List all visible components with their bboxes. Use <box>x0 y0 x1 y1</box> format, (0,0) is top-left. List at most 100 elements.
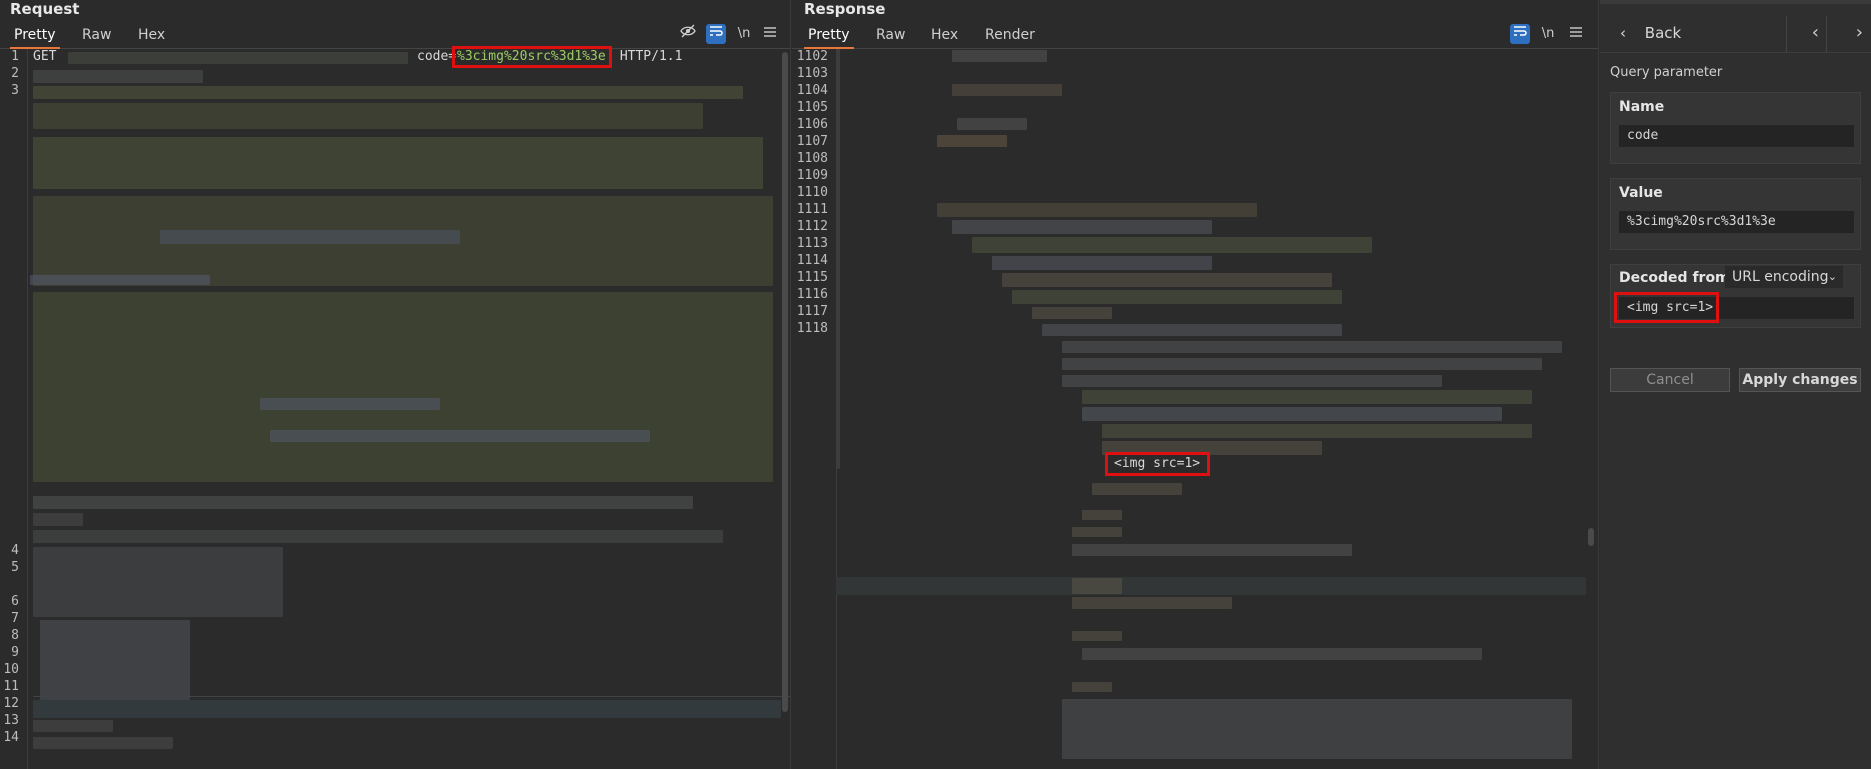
caret-line <box>33 696 790 697</box>
encoding-select[interactable]: URL encoding ⌄ <box>1725 266 1843 288</box>
section-title: Query parameter <box>1610 65 1723 80</box>
line-number: 1104 <box>796 83 828 98</box>
menu-icon[interactable] <box>1566 24 1586 44</box>
chevron-left-icon: ‹ <box>1620 24 1626 42</box>
eye-slash-icon[interactable] <box>678 24 698 44</box>
redacted-text <box>1072 578 1122 594</box>
request-scrollbar[interactable] <box>782 52 788 712</box>
line-number: 6 <box>11 594 19 609</box>
redacted-text <box>1002 273 1332 287</box>
back-button[interactable]: ‹ Back <box>1620 24 1681 42</box>
redacted-text <box>952 50 1047 62</box>
redacted-text <box>952 84 1062 96</box>
request-tab-pretty[interactable]: Pretty <box>6 24 64 49</box>
name-box: Name code <box>1610 92 1861 164</box>
apply-changes-button[interactable]: Apply changes <box>1739 368 1861 392</box>
highlight-box <box>1105 452 1210 476</box>
redacted-text <box>33 737 173 749</box>
redacted-text <box>160 230 460 244</box>
newline-toggle[interactable]: \n <box>1538 24 1558 44</box>
redacted-text <box>1082 648 1482 660</box>
redacted-text <box>937 203 1257 217</box>
request-tabs: Pretty Raw Hex <box>0 22 790 49</box>
redacted-text <box>33 292 773 482</box>
line-number: 1115 <box>796 270 828 285</box>
name-label: Name <box>1619 99 1665 115</box>
redacted-text <box>1082 510 1122 520</box>
redacted-text <box>1072 544 1352 556</box>
response-tab-raw[interactable]: Raw <box>868 24 913 46</box>
redacted-text <box>1092 483 1182 495</box>
redacted-text <box>260 398 440 410</box>
wrap-lines-icon[interactable] <box>1510 24 1530 44</box>
line-number: 1108 <box>796 151 828 166</box>
value-label: Value <box>1619 185 1663 201</box>
inspector-panel: ‹ Back ‹ › Query parameter Name code Val… <box>1600 0 1871 769</box>
line-number: 11 <box>3 679 19 694</box>
redacted-text <box>1042 324 1342 336</box>
divider <box>1826 16 1827 52</box>
value-box: Value %3cimg%20src%3d1%3e <box>1610 178 1861 250</box>
redacted-text <box>33 720 113 732</box>
decoded-label: Decoded from: <box>1619 270 1736 286</box>
redacted-text <box>1062 341 1562 353</box>
chevron-left-icon[interactable]: ‹ <box>1812 22 1819 43</box>
redacted-text <box>1082 407 1502 421</box>
chevron-down-icon: ⌄ <box>1827 270 1837 283</box>
request-tab-raw[interactable]: Raw <box>74 24 119 46</box>
line-number: 1106 <box>796 117 828 132</box>
cancel-button[interactable]: Cancel <box>1610 368 1730 392</box>
redacted-text <box>33 103 703 129</box>
redacted-text <box>30 275 210 285</box>
line-number: 3 <box>11 83 19 98</box>
response-scrollbar[interactable] <box>1588 528 1594 546</box>
redacted-text <box>937 135 1007 147</box>
line-number: 7 <box>11 611 19 626</box>
menu-icon[interactable] <box>760 24 780 44</box>
redacted-text <box>33 86 743 99</box>
request-tab-hex[interactable]: Hex <box>130 24 173 46</box>
redacted-text <box>1032 307 1112 319</box>
line-number: 10 <box>3 662 19 677</box>
response-tab-hex[interactable]: Hex <box>923 24 966 46</box>
line-number: 1109 <box>796 168 828 183</box>
fold-guide <box>836 49 840 469</box>
line-number: 1113 <box>796 236 828 251</box>
line-number: 12 <box>3 696 19 711</box>
newline-toggle[interactable]: \n <box>734 24 754 44</box>
highlight-box <box>1614 292 1719 323</box>
redacted-text <box>972 237 1372 253</box>
name-field[interactable]: code <box>1619 125 1854 147</box>
response-gutter: 1102 1103 1104 1105 1106 1107 1108 1109 … <box>792 49 837 769</box>
line-number: 1102 <box>796 49 828 64</box>
value-field[interactable]: %3cimg%20src%3d1%3e <box>1619 211 1854 233</box>
line-number: 14 <box>3 730 19 745</box>
redacted-text <box>992 256 1212 270</box>
redacted-text <box>1062 699 1572 759</box>
line-number: 1118 <box>796 321 828 336</box>
decoded-box: Decoded from: URL encoding ⌄ <img src=1> <box>1610 264 1861 328</box>
redacted-text <box>270 430 650 442</box>
line-number: 1107 <box>796 134 828 149</box>
line-number: 13 <box>3 713 19 728</box>
line-number: 1111 <box>796 202 828 217</box>
redacted-text <box>68 52 408 64</box>
line-number: 1112 <box>796 219 828 234</box>
redacted-text <box>33 547 283 617</box>
chevron-right-icon[interactable]: › <box>1856 22 1863 43</box>
wrap-lines-icon[interactable] <box>706 24 726 44</box>
request-panel: Request Pretty Raw Hex \n 1 2 3 4 5 6 7 … <box>0 0 791 769</box>
divider <box>1786 16 1787 52</box>
redacted-text <box>33 530 723 543</box>
line-number: 4 <box>11 543 19 558</box>
line-number: 1103 <box>796 66 828 81</box>
redacted-text <box>40 620 190 700</box>
line-number: 5 <box>11 560 19 575</box>
request-method: GET <box>33 49 57 64</box>
line-number: 1117 <box>796 304 828 319</box>
response-tab-pretty[interactable]: Pretty <box>800 24 858 49</box>
response-title: Response <box>804 0 886 18</box>
redacted-text <box>1102 424 1532 438</box>
response-tab-render[interactable]: Render <box>977 24 1043 46</box>
line-number: 1 <box>11 49 19 64</box>
